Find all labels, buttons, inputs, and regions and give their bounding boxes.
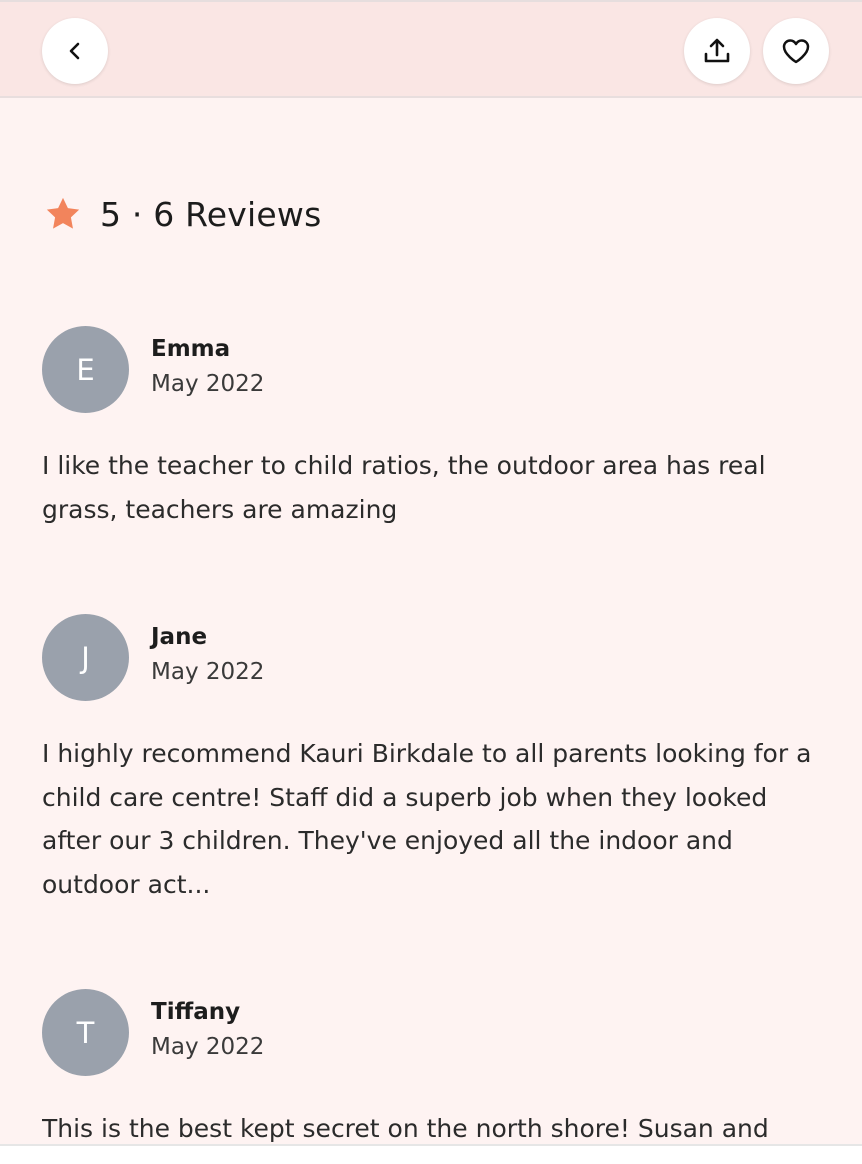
favorite-button[interactable] — [763, 18, 829, 84]
review-date: May 2022 — [151, 1034, 265, 1060]
share-button[interactable] — [684, 18, 750, 84]
star-icon — [46, 197, 80, 229]
review-item: E Emma May 2022 I like the teacher to ch… — [42, 326, 822, 546]
review-text: I highly recommend Kauri Birkdale to all… — [42, 739, 812, 899]
review-text: I like the teacher to child ratios, the … — [42, 451, 766, 524]
reviews-page: 5 · 6 Reviews E Emma May 2022 I like the… — [0, 0, 862, 1164]
reviewer-name: Emma — [151, 336, 231, 362]
review-text: This is the best kept secret on the nort… — [42, 1114, 769, 1143]
review-item: T Tiffany May 2022 This is the best kept… — [42, 989, 822, 1144]
rating-summary-text: 5 · 6 Reviews — [100, 194, 322, 234]
avatar: T — [42, 989, 129, 1076]
top-bar — [0, 0, 862, 98]
heart-outline-icon — [782, 39, 810, 64]
review-date: May 2022 — [151, 659, 265, 685]
review-date: May 2022 — [151, 371, 265, 397]
rating-summary: 5 · 6 Reviews — [44, 192, 321, 236]
avatar: J — [42, 614, 129, 701]
reviewer-name: Jane — [151, 624, 208, 650]
bottom-bar — [0, 1146, 862, 1164]
reviewer-name: Tiffany — [151, 999, 241, 1025]
share-upload-icon — [704, 38, 730, 63]
chevron-left-icon — [69, 42, 80, 60]
back-button[interactable] — [42, 18, 108, 84]
review-item: J Jane May 2022 I highly recommend Kauri… — [42, 614, 822, 914]
avatar: E — [42, 326, 129, 413]
